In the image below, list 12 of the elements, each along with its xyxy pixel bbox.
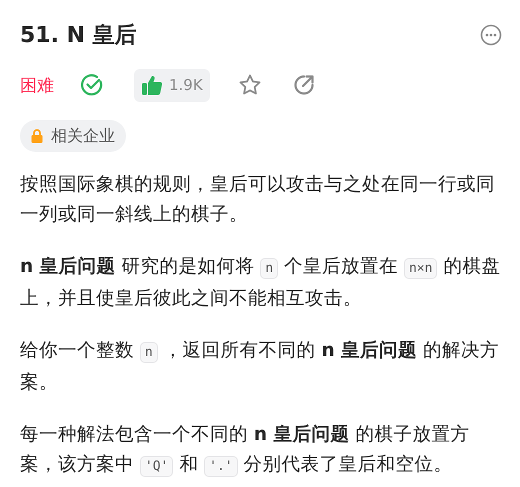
description-paragraph: 给你一个整数 n ，返回所有不同的 n 皇后问题 的解决方案。 — [20, 339, 500, 394]
company-tag[interactable]: 相关企业 — [20, 120, 126, 152]
description-paragraph: n 皇后问题 研究的是如何将 n 个皇后放置在 n×n 的棋盘上，并且使皇后彼此之间不能相互攻击。 — [20, 255, 502, 310]
difficulty-label: 困难 — [20, 74, 54, 96]
description-paragraph: 按照国际象棋的规则，皇后可以攻击与之处在同一行或同一列或同一斜线上的棋子。 — [20, 173, 496, 226]
star-icon[interactable] — [238, 73, 262, 97]
share-icon[interactable] — [292, 73, 316, 97]
solved-check-icon[interactable] — [80, 73, 104, 97]
thumbs-up-icon — [141, 74, 163, 96]
description-paragraph: 每一种解法包含一个不同的 n 皇后问题 的棋子放置方案，该方案中 'Q' 和 '.' 分别代表了皇后和空位。 — [20, 423, 470, 478]
more-icon[interactable] — [480, 24, 502, 46]
problem-title: 51. N 皇后 — [20, 22, 137, 50]
